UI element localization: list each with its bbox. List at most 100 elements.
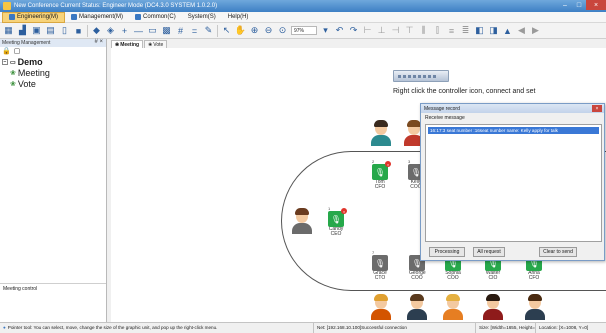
menu-management-label: Management(M) — [79, 14, 124, 20]
pointer-icon[interactable]: ↖ — [221, 25, 232, 36]
panel-title: Meeting Management — [2, 40, 51, 46]
menu-system-label: System(S) — [187, 14, 216, 20]
plus-icon[interactable]: + — [119, 25, 130, 36]
tab-meeting[interactable]: ❀ Meeting — [111, 40, 144, 48]
seat-grace[interactable]: 7 🎙 Grace CTO — [372, 250, 392, 281]
dialog-close-button[interactable]: × — [592, 105, 602, 112]
pen-icon[interactable]: ✎ — [203, 25, 214, 36]
zoom-out-icon[interactable]: ⊖ — [263, 25, 274, 36]
toolbar-separator — [217, 24, 218, 37]
hash-icon[interactable]: # — [175, 25, 186, 36]
panel-pin-close[interactable]: # × — [94, 39, 103, 45]
redo-icon[interactable]: ↷ — [348, 25, 359, 36]
processing-button[interactable]: Processing — [429, 247, 465, 257]
avatar-george — [405, 294, 429, 320]
microphone-icon[interactable]: 🎙 × — [328, 208, 347, 227]
spacing-icon[interactable]: ⫿ — [432, 25, 443, 36]
avatar-anna — [523, 294, 547, 320]
seat-group-icon[interactable]: ◈ — [105, 25, 116, 36]
meeting-tree: − ▭ Demo ❀ Meeting ❀ Vote — [0, 55, 106, 89]
dialog-title: Message record — [424, 105, 460, 112]
seat-role: COO — [447, 275, 459, 281]
undo-icon[interactable]: ↶ — [334, 25, 345, 36]
status-tip: ● Pointer tool: You can select, move, ch… — [0, 322, 314, 333]
menu-common[interactable]: Common(C) — [129, 12, 182, 23]
window-title: New Conference Current Status: Engineer … — [14, 3, 218, 9]
meeting-management-panel: Meeting Management # × 🔒 ▢ − ▭ Demo ❀ Me… — [0, 39, 107, 322]
minimize-button[interactable]: – — [558, 0, 572, 10]
chart-icon[interactable]: ▟ — [17, 25, 28, 36]
zoom-select[interactable]: 97% — [291, 26, 317, 35]
dialog-subtitle: Receive message — [425, 115, 465, 121]
menu-system[interactable]: System(S) — [182, 12, 222, 23]
distribute-icon[interactable]: ⫼ — [418, 25, 429, 36]
save-icon[interactable]: ■ — [73, 25, 84, 36]
tree-item-vote[interactable]: ❀ Vote — [2, 78, 106, 89]
align-center-icon[interactable]: ⊥ — [376, 25, 387, 36]
screen-icon[interactable]: ▭ — [147, 25, 158, 36]
lock-icon[interactable]: 🔒 — [2, 47, 11, 55]
line-icon[interactable]: — — [133, 25, 144, 36]
avatar-sophia — [441, 294, 465, 320]
maximize-button[interactable]: □ — [572, 0, 586, 10]
layout-icon[interactable]: ▣ — [31, 25, 42, 36]
controller-device-icon[interactable] — [393, 70, 449, 82]
folder-icon[interactable]: ▢ — [14, 47, 21, 55]
menu-engineering[interactable]: Engineering(M) — [2, 11, 66, 23]
align-top-icon[interactable]: ⊤ — [404, 25, 415, 36]
leaf-icon: ❀ — [10, 69, 16, 77]
seat-tool-icon[interactable]: ◆ — [91, 25, 102, 36]
microphone-icon[interactable]: 🎙 — [372, 255, 388, 271]
seat-role: CTO — [374, 275, 386, 281]
tree-item-label: Vote — [17, 78, 36, 89]
status-location: Location: [X=1008, Y=0] — [539, 325, 589, 330]
chevron-down-icon[interactable]: ▾ — [320, 25, 331, 36]
send-back-icon[interactable]: ◨ — [488, 25, 499, 36]
collapse-icon[interactable]: − — [2, 59, 8, 65]
tree-root-demo[interactable]: − ▭ Demo — [2, 57, 106, 67]
grid-icon[interactable]: ▦ — [3, 25, 14, 36]
rotate-left-icon[interactable]: ◀ — [516, 25, 527, 36]
menu-management[interactable]: Management(M) — [65, 12, 129, 23]
bring-front-icon[interactable]: ◧ — [474, 25, 485, 36]
tab-icon: ❀ — [148, 41, 153, 48]
equals-icon[interactable]: = — [189, 25, 200, 36]
rotate-right-icon[interactable]: ▶ — [530, 25, 541, 36]
seat-candy[interactable]: 1 🎙 × Candy CEO — [328, 206, 348, 237]
zoom-fit-icon[interactable]: ⊙ — [277, 25, 288, 36]
table-icon[interactable]: ▤ — [45, 25, 56, 36]
new-page-icon[interactable]: ▯ — [59, 25, 70, 36]
list-item[interactable]: 16:17:3 seat number :16seat number name:… — [428, 127, 599, 134]
seat-tom[interactable]: 2 🎙 × Tom CFO — [372, 159, 392, 190]
flip-icon[interactable]: ▲ — [502, 25, 513, 36]
align-left-icon[interactable]: ⊢ — [362, 25, 373, 36]
avatar-tom — [369, 120, 393, 146]
tree-item-meeting[interactable]: ❀ Meeting — [2, 67, 106, 78]
menu-help[interactable]: Help(H) — [222, 12, 255, 23]
info-icon: ● — [3, 325, 6, 330]
status-bar: ● Pointer tool: You can select, move, ch… — [0, 322, 606, 333]
canvas-hint: Right click the controller icon, connect… — [393, 88, 536, 95]
all-request-button[interactable]: All request — [473, 247, 505, 257]
microphone-icon[interactable]: 🎙 × — [372, 161, 391, 180]
app-icon — [3, 2, 11, 10]
zoom-in-icon[interactable]: ⊕ — [249, 25, 260, 36]
common-icon — [135, 14, 142, 20]
equal-height-icon[interactable]: ≣ — [460, 25, 471, 36]
close-button[interactable]: × — [586, 0, 606, 10]
menu-common-label: Common(C) — [143, 14, 176, 20]
status-size: Size: [Width=1655, Height=950] — [476, 322, 536, 333]
menu-bar: Engineering(M) Management(M) Common(C) S… — [0, 11, 606, 23]
hand-icon[interactable]: ✋ — [235, 25, 246, 36]
equal-width-icon[interactable]: ≡ — [446, 25, 457, 36]
management-icon — [71, 14, 78, 20]
tab-vote[interactable]: ❀ Vote — [144, 40, 168, 48]
align-right-icon[interactable]: ⊣ — [390, 25, 401, 36]
message-list[interactable]: 16:17:3 seat number :16seat number name:… — [425, 124, 602, 242]
menu-help-label: Help(H) — [227, 14, 249, 20]
clear-to-send-button[interactable]: Clear to send — [539, 247, 577, 257]
matrix-icon[interactable]: ▩ — [161, 25, 172, 36]
panel-tools: 🔒 ▢ — [0, 47, 106, 55]
tab-meeting-label: Meeting — [120, 41, 140, 48]
seat-role: CIO — [488, 275, 498, 281]
